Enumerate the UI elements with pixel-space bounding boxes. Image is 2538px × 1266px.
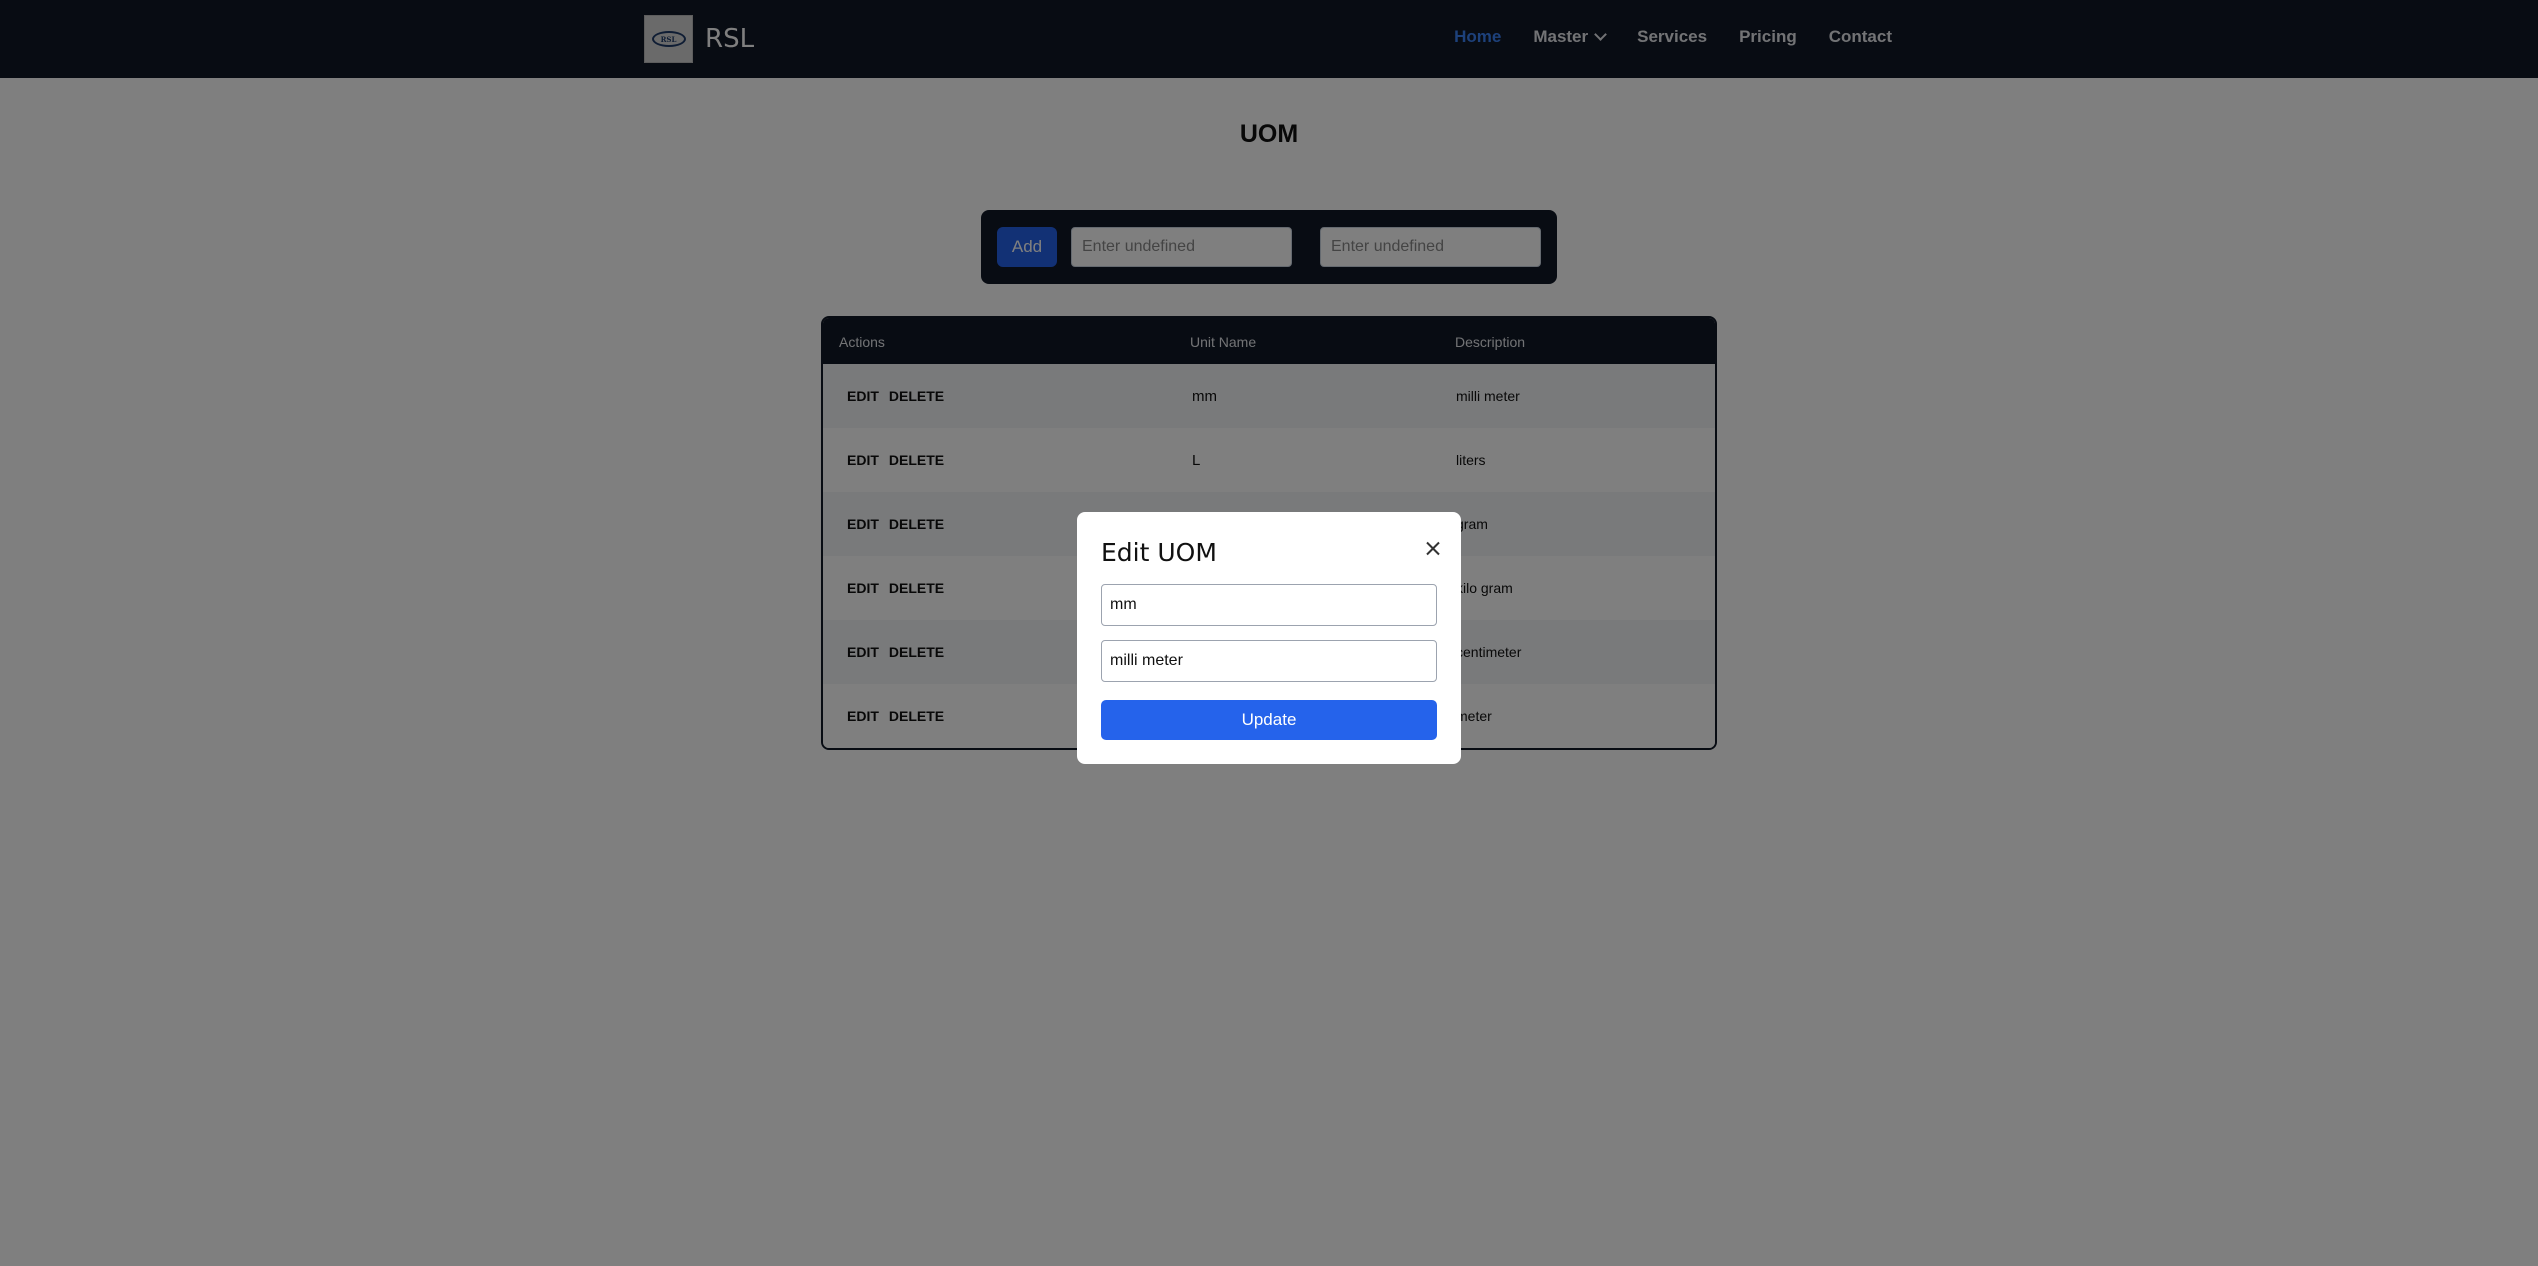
edit-description-input[interactable]: milli meter — [1101, 640, 1437, 682]
modal-title: Edit UOM — [1101, 538, 1217, 567]
close-icon[interactable] — [1423, 538, 1443, 558]
edit-unit-name-input[interactable]: mm — [1101, 584, 1437, 626]
update-button[interactable]: Update — [1101, 700, 1437, 740]
edit-uom-modal: Edit UOM mm milli meter Update — [1077, 512, 1461, 764]
